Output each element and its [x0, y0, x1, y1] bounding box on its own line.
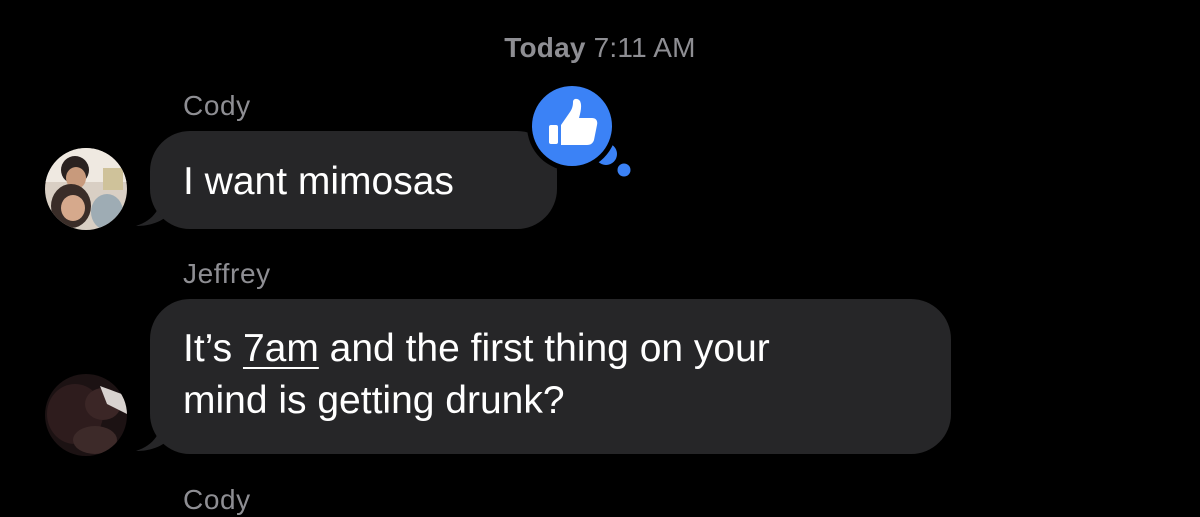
message-line: mind is getting drunk?	[183, 375, 951, 427]
message-text: I want mimosas	[183, 160, 454, 203]
time-link[interactable]: 7am	[243, 327, 319, 370]
message-text: mind is getting drunk?	[183, 379, 565, 422]
avatar[interactable]	[45, 148, 127, 230]
message-bubble[interactable]: It’s 7am and the first thing on your min…	[150, 299, 951, 454]
message-bubble[interactable]: I want mimosas	[150, 131, 557, 229]
sender-name: Cody	[183, 90, 251, 121]
message-text: It’s	[183, 327, 243, 370]
message-text: and the first thing on your	[318, 327, 770, 370]
timestamp-time: 7:11 AM	[593, 32, 696, 63]
avatar-photo-icon	[45, 374, 127, 456]
timestamp-day: Today	[504, 32, 586, 63]
avatar-photo-icon	[45, 148, 127, 230]
avatar[interactable]	[45, 374, 127, 456]
sender-name: Cody	[183, 484, 251, 515]
thumbs-up-tapback	[527, 81, 634, 180]
timestamp: Today 7:11 AM	[0, 32, 1200, 64]
tapback[interactable]	[522, 78, 642, 188]
message-line: It’s 7am and the first thing on your	[183, 323, 951, 375]
sender-name: Jeffrey	[183, 258, 271, 289]
